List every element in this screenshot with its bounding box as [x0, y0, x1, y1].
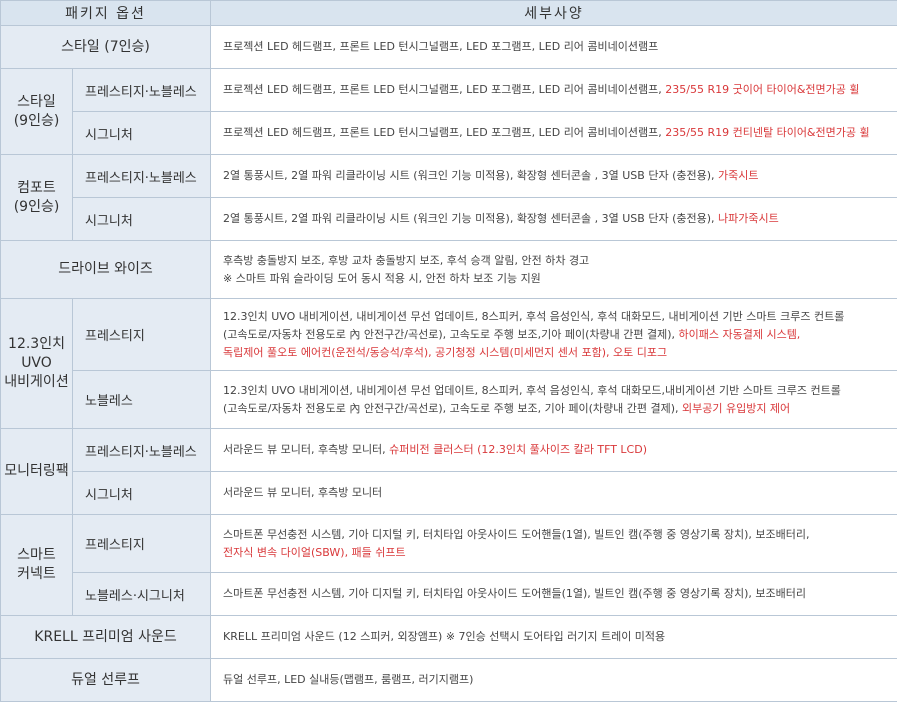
header-package-option: 패키지 옵션 [1, 1, 211, 26]
row-label-monitoring-pack: 모니터링팩 [1, 429, 73, 515]
label-line: 스타일 [17, 94, 56, 110]
row-label-navigation: 12.3인치 UVO 내비게이션 [1, 299, 73, 429]
detail-line: (고속도로/자동차 전용도로 內 안전구간/곡선로), 고속도로 주행 보조,기… [223, 326, 897, 344]
row-label-drive-wise: 드라이브 와이즈 [1, 241, 211, 299]
row-detail-style-7: 프로젝션 LED 헤드램프, 프론트 LED 턴시그널램프, LED 포그램프,… [211, 26, 897, 69]
detail-cell: 프로젝션 LED 헤드램프, 프론트 LED 턴시그널램프, LED 포그램프,… [211, 112, 897, 155]
highlight-text: 나파가죽시트 [718, 212, 779, 225]
detail-text: 2열 통풍시트, 2열 파워 리클라이닝 시트 (워크인 기능 미적용), 확장… [223, 212, 718, 225]
highlight-text: 외부공기 유입방지 제어 [682, 402, 790, 415]
row-detail-smart-noblesse: 스마트폰 무선충전 시스템, 기아 디지털 키, 터치타입 아웃사이드 도어핸들… [211, 573, 897, 616]
label-line: (9인승) [14, 199, 60, 215]
row-label-dual-sunroof: 듀얼 선루프 [1, 659, 211, 702]
label-line: 커넥트 [17, 566, 56, 582]
table-row: 컴포트 (9인승) 프레스티지·노블레스 2열 통풍시트, 2열 파워 리클라이… [1, 155, 897, 198]
detail-text: 프로젝션 LED 헤드램프, 프론트 LED 턴시그널램프, LED 포그램프,… [223, 126, 665, 139]
package-options-table: 패키지 옵션 세부사양 스타일 (7인승) 프로젝션 LED 헤드램프, 프론트… [0, 0, 897, 702]
row-detail-dual-sunroof: 듀얼 선루프, LED 실내등(맵램프, 룸램프, 러기지램프) [211, 659, 897, 702]
table-header-row: 패키지 옵션 세부사양 [1, 1, 897, 26]
row-label-style-7: 스타일 (7인승) [1, 26, 211, 69]
table-row: 시그니처 프로젝션 LED 헤드램프, 프론트 LED 턴시그널램프, LED … [1, 112, 897, 155]
table-row: 12.3인치 UVO 내비게이션 프레스티지 12.3인치 UVO 내비게이션,… [1, 299, 897, 371]
table-row: KRELL 프리미엄 사운드 KRELL 프리미엄 사운드 (12 스피커, 외… [1, 616, 897, 659]
highlight-text: 235/55 R19 컨티넨탈 타이어&전면가공 휠 [665, 126, 869, 139]
highlight-line: 전자식 변속 다이얼(SBW), 패들 쉬프트 [223, 544, 897, 562]
table-row: 시그니처 2열 통풍시트, 2열 파워 리클라이닝 시트 (워크인 기능 미적용… [1, 198, 897, 241]
header-detail-spec: 세부사양 [211, 1, 897, 26]
table-row: 노블레스·시그니처 스마트폰 무선충전 시스템, 기아 디지털 키, 터치타입 … [1, 573, 897, 616]
sub-label-prestige: 프레스티지 [73, 299, 211, 371]
detail-cell: 2열 통풍시트, 2열 파워 리클라이닝 시트 (워크인 기능 미적용), 확장… [211, 198, 897, 241]
highlight-text: 슈퍼비전 클러스터 (12.3인치 풀사이즈 칼라 TFT LCD) [389, 443, 647, 456]
detail-text: 서라운드 뷰 모니터, 후측방 모니터, [223, 443, 389, 456]
table-row: 스타일 (7인승) 프로젝션 LED 헤드램프, 프론트 LED 턴시그널램프,… [1, 26, 897, 69]
sub-label-signature: 시그니처 [73, 472, 211, 515]
table-row: 시그니처 서라운드 뷰 모니터, 후측방 모니터 [1, 472, 897, 515]
highlight-text: 하이패스 자동결제 시스템, [679, 328, 801, 341]
sub-label-prestige-noblesse: 프레스티지·노블레스 [73, 155, 211, 198]
sub-label-signature: 시그니처 [73, 198, 211, 241]
table-row: 스마트 커넥트 프레스티지 스마트폰 무선충전 시스템, 기아 디지털 키, 터… [1, 515, 897, 573]
table-row: 모니터링팩 프레스티지·노블레스 서라운드 뷰 모니터, 후측방 모니터, 슈퍼… [1, 429, 897, 472]
table-row: 노블레스 12.3인치 UVO 내비게이션, 내비게이션 무선 업데이트, 8스… [1, 371, 897, 429]
row-label-krell: KRELL 프리미엄 사운드 [1, 616, 211, 659]
table-row: 듀얼 선루프 듀얼 선루프, LED 실내등(맵램프, 룸램프, 러기지램프) [1, 659, 897, 702]
row-label-style-9: 스타일 (9인승) [1, 69, 73, 155]
highlight-text: 235/55 R19 굿이어 타이어&전면가공 휠 [665, 83, 859, 96]
table-row: 스타일 (9인승) 프레스티지·노블레스 프로젝션 LED 헤드램프, 프론트 … [1, 69, 897, 112]
sub-label-noblesse: 노블레스 [73, 371, 211, 429]
detail-cell: 2열 통풍시트, 2열 파워 리클라이닝 시트 (워크인 기능 미적용), 확장… [211, 155, 897, 198]
label-line: 12.3인치 [8, 336, 65, 352]
detail-text: 프로젝션 LED 헤드램프, 프론트 LED 턴시그널램프, LED 포그램프,… [223, 83, 665, 96]
detail-cell: 프로젝션 LED 헤드램프, 프론트 LED 턴시그널램프, LED 포그램프,… [211, 69, 897, 112]
sub-label-prestige: 프레스티지 [73, 515, 211, 573]
highlight-text: 가죽시트 [718, 169, 758, 182]
row-detail-monitoring-signature: 서라운드 뷰 모니터, 후측방 모니터 [211, 472, 897, 515]
detail-cell: 스마트폰 무선충전 시스템, 기아 디지털 키, 터치타입 아웃사이드 도어핸들… [211, 515, 897, 573]
highlight-line: 독립제어 풀오토 에어컨(운전석/동승석/후석), 공기청정 시스템(미세먼지 … [223, 344, 897, 362]
detail-text: (고속도로/자동차 전용도로 內 안전구간/곡선로), 고속도로 주행 보조,기… [223, 328, 678, 341]
table-row: 드라이브 와이즈 후측방 충돌방지 보조, 후방 교차 충돌방지 보조, 후석 … [1, 241, 897, 299]
label-line: 컴포트 [17, 180, 56, 196]
label-line: 내비게이션 [4, 374, 68, 390]
detail-line: 후측방 충돌방지 보조, 후방 교차 충돌방지 보조, 후석 승객 알림, 안전… [223, 252, 897, 270]
sub-label-signature: 시그니처 [73, 112, 211, 155]
label-line: 스마트 [17, 547, 56, 563]
label-line: UVO [21, 355, 52, 371]
detail-text: (고속도로/자동차 전용도로 內 안전구간/곡선로), 고속도로 주행 보조, … [223, 402, 682, 415]
detail-text: 2열 통풍시트, 2열 파워 리클라이닝 시트 (워크인 기능 미적용), 확장… [223, 169, 718, 182]
detail-line: (고속도로/자동차 전용도로 內 안전구간/곡선로), 고속도로 주행 보조, … [223, 400, 897, 418]
label-line: (9인승) [14, 113, 60, 129]
row-label-smart-connect: 스마트 커넥트 [1, 515, 73, 616]
sub-label-prestige-noblesse: 프레스티지·노블레스 [73, 429, 211, 472]
detail-line: 12.3인치 UVO 내비게이션, 내비게이션 무선 업데이트, 8스피커, 후… [223, 308, 897, 326]
sub-label-prestige-noblesse: 프레스티지·노블레스 [73, 69, 211, 112]
row-label-comfort-9: 컴포트 (9인승) [1, 155, 73, 241]
detail-line: 12.3인치 UVO 내비게이션, 내비게이션 무선 업데이트, 8스피커, 후… [223, 382, 897, 400]
detail-line: 스마트폰 무선충전 시스템, 기아 디지털 키, 터치타입 아웃사이드 도어핸들… [223, 526, 897, 544]
sub-label-noblesse-signature: 노블레스·시그니처 [73, 573, 211, 616]
detail-note: ※ 스마트 파워 슬라이딩 도어 동시 적용 시, 안전 하차 보조 기능 지원 [223, 270, 897, 288]
detail-cell: 12.3인치 UVO 내비게이션, 내비게이션 무선 업데이트, 8스피커, 후… [211, 299, 897, 371]
detail-cell: 12.3인치 UVO 내비게이션, 내비게이션 무선 업데이트, 8스피커, 후… [211, 371, 897, 429]
row-detail-krell: KRELL 프리미엄 사운드 (12 스피커, 외장앰프) ※ 7인승 선택시 … [211, 616, 897, 659]
detail-cell: 후측방 충돌방지 보조, 후방 교차 충돌방지 보조, 후석 승객 알림, 안전… [211, 241, 897, 299]
detail-cell: 서라운드 뷰 모니터, 후측방 모니터, 슈퍼비전 클러스터 (12.3인치 풀… [211, 429, 897, 472]
